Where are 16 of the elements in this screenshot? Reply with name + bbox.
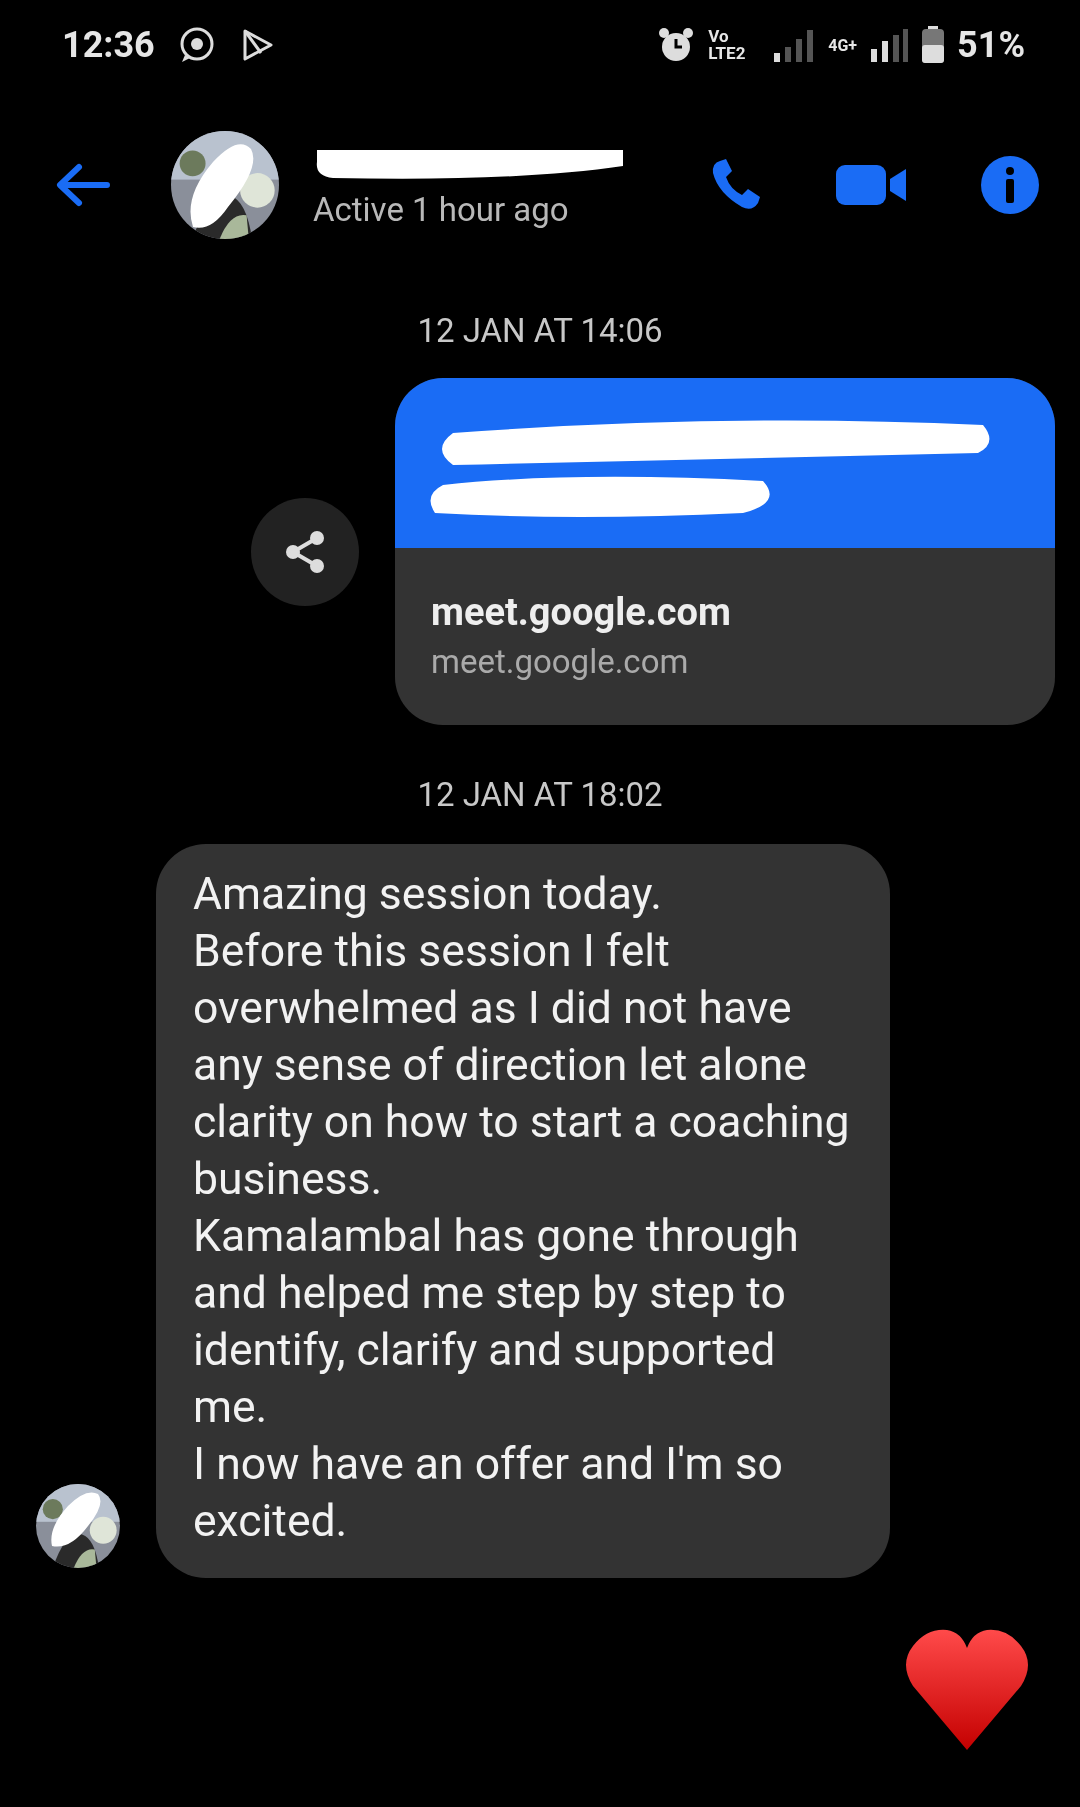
message-bubble: Amazing session today. Before this session I felt overwhelmed as I did not have any sense of direction let alone clarity on how to start a coaching business. Kamalambal has gone through and helped me step by step to identify, clarify and supported me. I now have an offer and I'm so excited. <box>156 844 890 1578</box>
timestamp: 12 JAN AT 14:06 <box>416 311 664 350</box>
battery-icon <box>921 26 946 64</box>
active-status: Active 1 hour ago <box>313 189 570 229</box>
timestamp: 12 JAN AT 18:02 <box>416 775 664 814</box>
data-label: 4G+ <box>828 35 858 55</box>
clock-time: 12:36 <box>62 24 155 66</box>
link-domain: meet.google.com <box>431 642 690 681</box>
link-title: meet.google.com <box>431 590 732 634</box>
network-label: Vo LTE2 <box>708 28 747 62</box>
link-preview-card[interactable]: meet.google.com meet.google.com <box>395 378 1055 725</box>
info-icon[interactable] <box>980 155 1040 215</box>
back-icon[interactable] <box>55 162 111 208</box>
share-icon <box>283 529 327 574</box>
signal-icon <box>869 27 910 63</box>
battery-percentage: 51% <box>957 24 1025 66</box>
